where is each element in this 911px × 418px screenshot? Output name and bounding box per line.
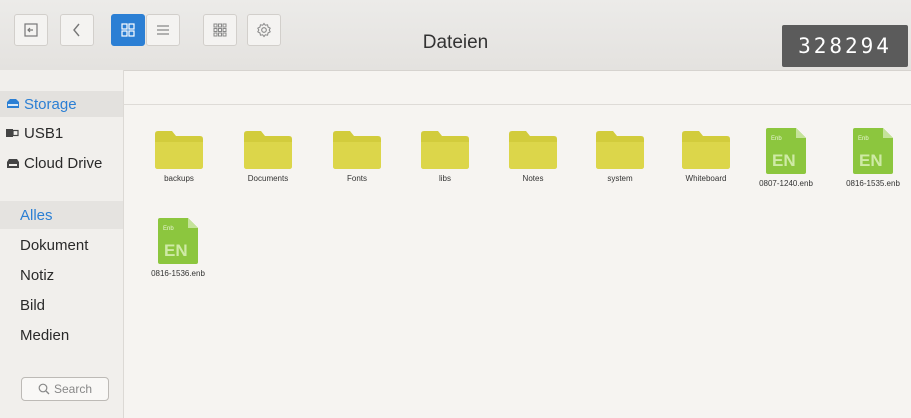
- search-icon: [38, 383, 50, 395]
- file-item-system[interactable]: system: [580, 131, 660, 183]
- cloud-drive-icon: [7, 159, 19, 168]
- enb-mark: EN: [772, 151, 796, 170]
- file-name: libs: [438, 174, 451, 183]
- folder-icon: [155, 131, 203, 169]
- folder-icon: [333, 131, 381, 169]
- sidebar-item-label: Storage: [24, 95, 77, 113]
- folder-icon: [682, 131, 730, 169]
- enb-badge: Enb: [858, 136, 869, 142]
- sidebar-item-label: Cloud Drive: [24, 154, 103, 172]
- file-item-backups[interactable]: backups: [139, 131, 219, 183]
- search-input[interactable]: Search: [21, 377, 109, 401]
- file-item-libs[interactable]: libs: [405, 131, 485, 183]
- file-name: backups: [164, 174, 194, 183]
- top-toolbar: Dateien 328294: [0, 0, 911, 71]
- category-medien[interactable]: Medien: [0, 321, 123, 349]
- category-bild[interactable]: Bild: [0, 291, 123, 319]
- page-title: Dateien: [422, 32, 489, 53]
- enb-badge: Enb: [771, 136, 782, 142]
- file-name: 0816-1536.enb: [151, 269, 205, 278]
- category-dokument[interactable]: Dokument: [0, 231, 123, 259]
- file-name: 0816-1535.enb: [846, 179, 900, 188]
- enb-file-icon: Enb EN: [853, 128, 893, 174]
- file-name: Fonts: [346, 174, 367, 183]
- file-item-whiteboard[interactable]: Whiteboard: [666, 131, 746, 183]
- file-item-0807-1240-enb[interactable]: Enb EN 0807-1240.enb: [746, 128, 826, 188]
- usb-icon: [6, 129, 19, 137]
- file-item-fonts[interactable]: Fonts: [317, 131, 397, 183]
- search-placeholder: Search: [53, 382, 93, 396]
- category-notiz[interactable]: Notiz: [0, 261, 123, 289]
- folder-icon: [596, 131, 644, 169]
- file-item-0816-1535-enb[interactable]: Enb EN 0816-1535.enb: [833, 128, 911, 188]
- enb-mark: EN: [859, 151, 883, 170]
- file-item-notes[interactable]: Notes: [493, 131, 573, 183]
- path-bar: [123, 70, 911, 105]
- sidebar-item-cloud-drive[interactable]: Cloud Drive: [0, 150, 123, 176]
- file-item-0816-1536-enb[interactable]: Enb EN 0816-1536.enb: [138, 218, 218, 278]
- folder-icon: [509, 131, 557, 169]
- folder-icon: [244, 131, 292, 169]
- file-name: Documents: [247, 174, 289, 183]
- file-name: Whiteboard: [685, 174, 727, 183]
- file-name: 0807-1240.enb: [759, 179, 813, 188]
- enb-mark: EN: [164, 241, 188, 260]
- sidebar-item-storage[interactable]: Storage: [0, 91, 123, 117]
- category-alles[interactable]: Alles: [0, 201, 123, 229]
- file-name: Notes: [522, 174, 544, 183]
- enb-file-icon: Enb EN: [158, 218, 198, 264]
- enb-file-icon: Enb EN: [766, 128, 806, 174]
- connection-code: 328294: [782, 25, 908, 67]
- enb-badge: Enb: [163, 226, 174, 232]
- file-name: system: [607, 174, 633, 183]
- file-item-documents[interactable]: Documents: [228, 131, 308, 183]
- sidebar: Storage USB1 Cloud Drive Alles Dokument …: [0, 70, 124, 418]
- sidebar-item-label: USB1: [24, 124, 64, 142]
- sidebar-item-usb1[interactable]: USB1: [0, 120, 123, 146]
- folder-icon: [421, 131, 469, 169]
- drive-icon: [7, 99, 19, 108]
